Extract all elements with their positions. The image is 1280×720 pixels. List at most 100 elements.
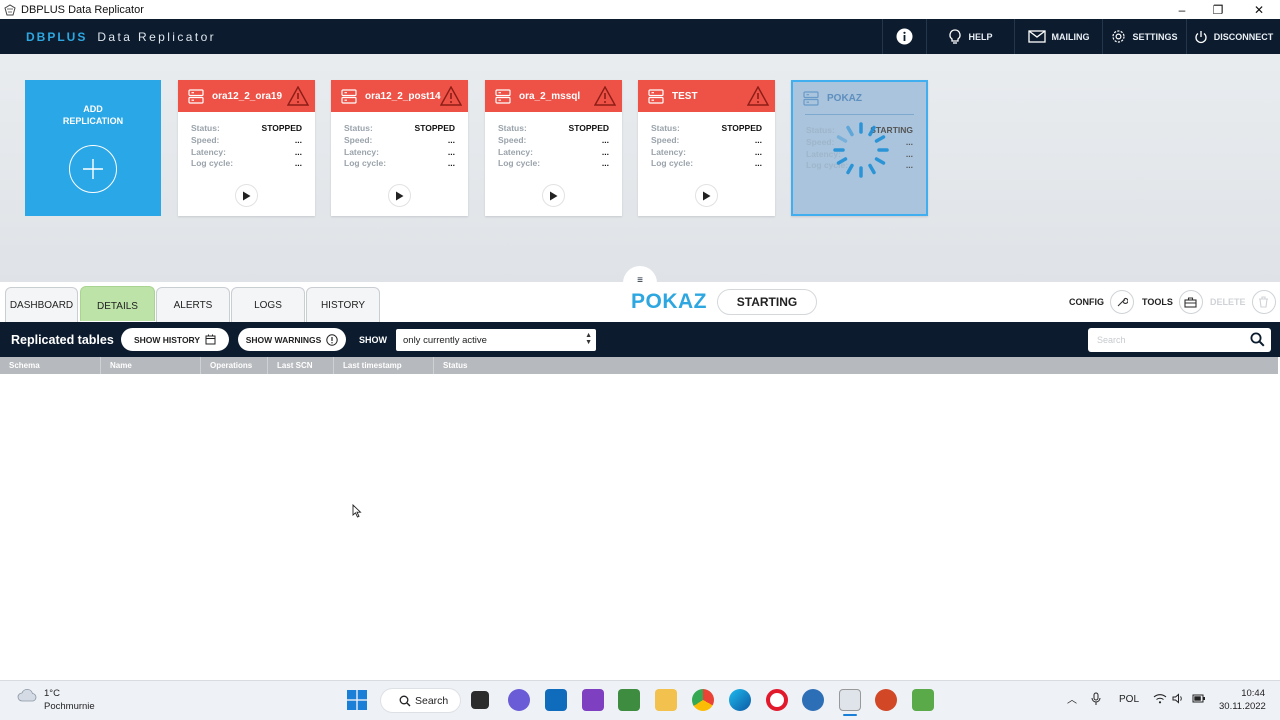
dbplus-replicator-icon[interactable] [839,689,861,711]
tile-header: ora_2_mssql [485,80,622,112]
opera-icon[interactable] [766,689,788,711]
media-app-icon[interactable] [912,689,934,711]
status-badge: STARTING [717,289,817,315]
logcycle-value: ... [294,158,302,169]
server-icon [648,88,664,104]
windows-start-icon[interactable] [347,690,367,710]
clock-time: 10:44 [1241,688,1265,699]
logcycle-label: Log cycle: [344,158,387,169]
show-history-button[interactable]: SHOW HISTORY [121,328,229,351]
play-button[interactable] [695,184,718,207]
trash-icon [1251,290,1276,314]
wifi-icon[interactable] [1153,693,1167,704]
powerpoint-icon[interactable] [875,689,897,711]
search-input[interactable]: Search [1088,328,1271,352]
tab-dashboard[interactable]: DASHBOARD [5,287,78,322]
play-button[interactable] [235,184,258,207]
plus-icon [69,145,117,193]
mail-icon [1027,30,1046,43]
app-logo-icon [4,3,16,15]
column-name[interactable]: Name [101,357,201,374]
file-explorer-icon[interactable] [655,689,677,711]
logcycle-label: Log cycle: [498,158,541,169]
settings-button[interactable]: SETTINGS [1102,19,1186,54]
snowflake-app-icon[interactable] [802,689,824,711]
tab-details[interactable]: DETAILS [80,286,155,321]
battery-icon[interactable] [1192,693,1206,704]
server-icon [188,88,204,104]
info-icon [896,28,913,45]
help-button[interactable]: HELP [926,19,1014,54]
clock[interactable]: 10:44 30.11.2022 [1219,687,1266,713]
tab-logs[interactable]: LOGS [231,287,305,322]
disconnect-label: DISCONNECT [1213,31,1274,42]
replication-tile[interactable]: ora_2_mssql Status: STOPPED Speed:... Lat… [485,80,622,216]
speed-value: ... [754,134,762,145]
teams-chat-icon[interactable] [508,689,530,711]
add-replication-label: ADD REPLICATION [62,104,124,126]
weather-widget[interactable]: 1°C Pochmurnie [16,687,95,713]
visual-studio-icon[interactable] [582,689,604,711]
info-button[interactable] [882,19,926,54]
play-button[interactable] [542,184,565,207]
column-status[interactable]: Status [434,357,554,374]
show-warnings-label: SHOW WARNINGS [245,334,322,345]
status-label: Status: [344,123,373,133]
mailing-button[interactable]: MAILING [1014,19,1102,54]
delete-button[interactable]: DELETE [1210,289,1276,315]
speed-label: Speed: [651,134,680,145]
task-view-icon[interactable] [471,691,489,709]
tile-name: ora12_2_ora19 [212,90,283,102]
speaker-icon[interactable] [1172,693,1184,704]
gear-icon [1112,30,1126,43]
replication-tile-selected[interactable]: POKAZ Status: STARTING Speed:... Latency:… [791,80,928,216]
search-icon[interactable] [1250,332,1265,347]
notepad-icon[interactable] [618,689,640,711]
column-last-scn[interactable]: Last SCN [268,357,334,374]
tile-header: TEST [638,80,775,112]
chrome-icon[interactable] [692,689,714,711]
speed-value: ... [601,134,609,145]
replication-tile[interactable]: ora12_2_ora19 Status: STOPPED Speed:... L… [178,80,315,216]
restore-button[interactable]: ❐ [1200,0,1236,19]
tools-button[interactable]: TOOLS [1142,289,1203,315]
chevron-up-icon[interactable]: ︿ [1067,691,1077,706]
brand: DBPLUS Data Replicator [26,30,216,44]
replication-tile[interactable]: TEST Status: STOPPED Speed:... Latency:..… [638,80,775,216]
taskbar-search-label: Search [415,694,449,707]
status-label: Status: [191,123,220,133]
column-schema[interactable]: Schema [0,357,101,374]
latency-label: Latency: [651,146,686,157]
config-button[interactable]: CONFIG [1069,289,1134,315]
input-language[interactable]: POL [1119,694,1139,705]
brand-product: Data Replicator [97,29,217,44]
taskbar-search[interactable]: Search [380,688,461,713]
cloud-icon [17,688,37,702]
logcycle-label: Log cycle: [651,158,694,169]
play-icon [550,191,558,200]
latency-label: Latency: [191,146,226,157]
lightbulb-icon [949,28,962,44]
brand-name: DBPLUS [26,29,88,44]
column-last-timestamp[interactable]: Last timestamp [334,357,434,374]
tab-history[interactable]: HISTORY [306,287,380,322]
close-button[interactable]: ✕ [1241,0,1277,19]
outlook-icon[interactable] [545,689,567,711]
minimize-button[interactable]: – [1164,0,1200,19]
column-operations[interactable]: Operations [201,357,268,374]
power-icon [1195,30,1207,43]
latency-value: ... [905,148,913,159]
add-replication-tile[interactable]: ADD REPLICATION [25,80,161,216]
microphone-icon[interactable] [1091,692,1101,706]
search-placeholder: Search [1097,335,1126,345]
show-filter-select[interactable]: only currently active ▲ ▼ [396,329,596,351]
disconnect-button[interactable]: DISCONNECT [1186,19,1280,54]
play-button[interactable] [388,184,411,207]
delete-label: DELETE [1210,297,1246,307]
edge-icon[interactable] [729,689,751,711]
temperature: 1°C [44,688,60,699]
show-history-label: SHOW HISTORY [133,334,201,345]
show-warnings-button[interactable]: SHOW WARNINGS [238,328,346,351]
tab-alerts[interactable]: ALERTS [156,287,230,322]
replication-tile[interactable]: ora12_2_post14 Status: STOPPED Speed:... … [331,80,468,216]
